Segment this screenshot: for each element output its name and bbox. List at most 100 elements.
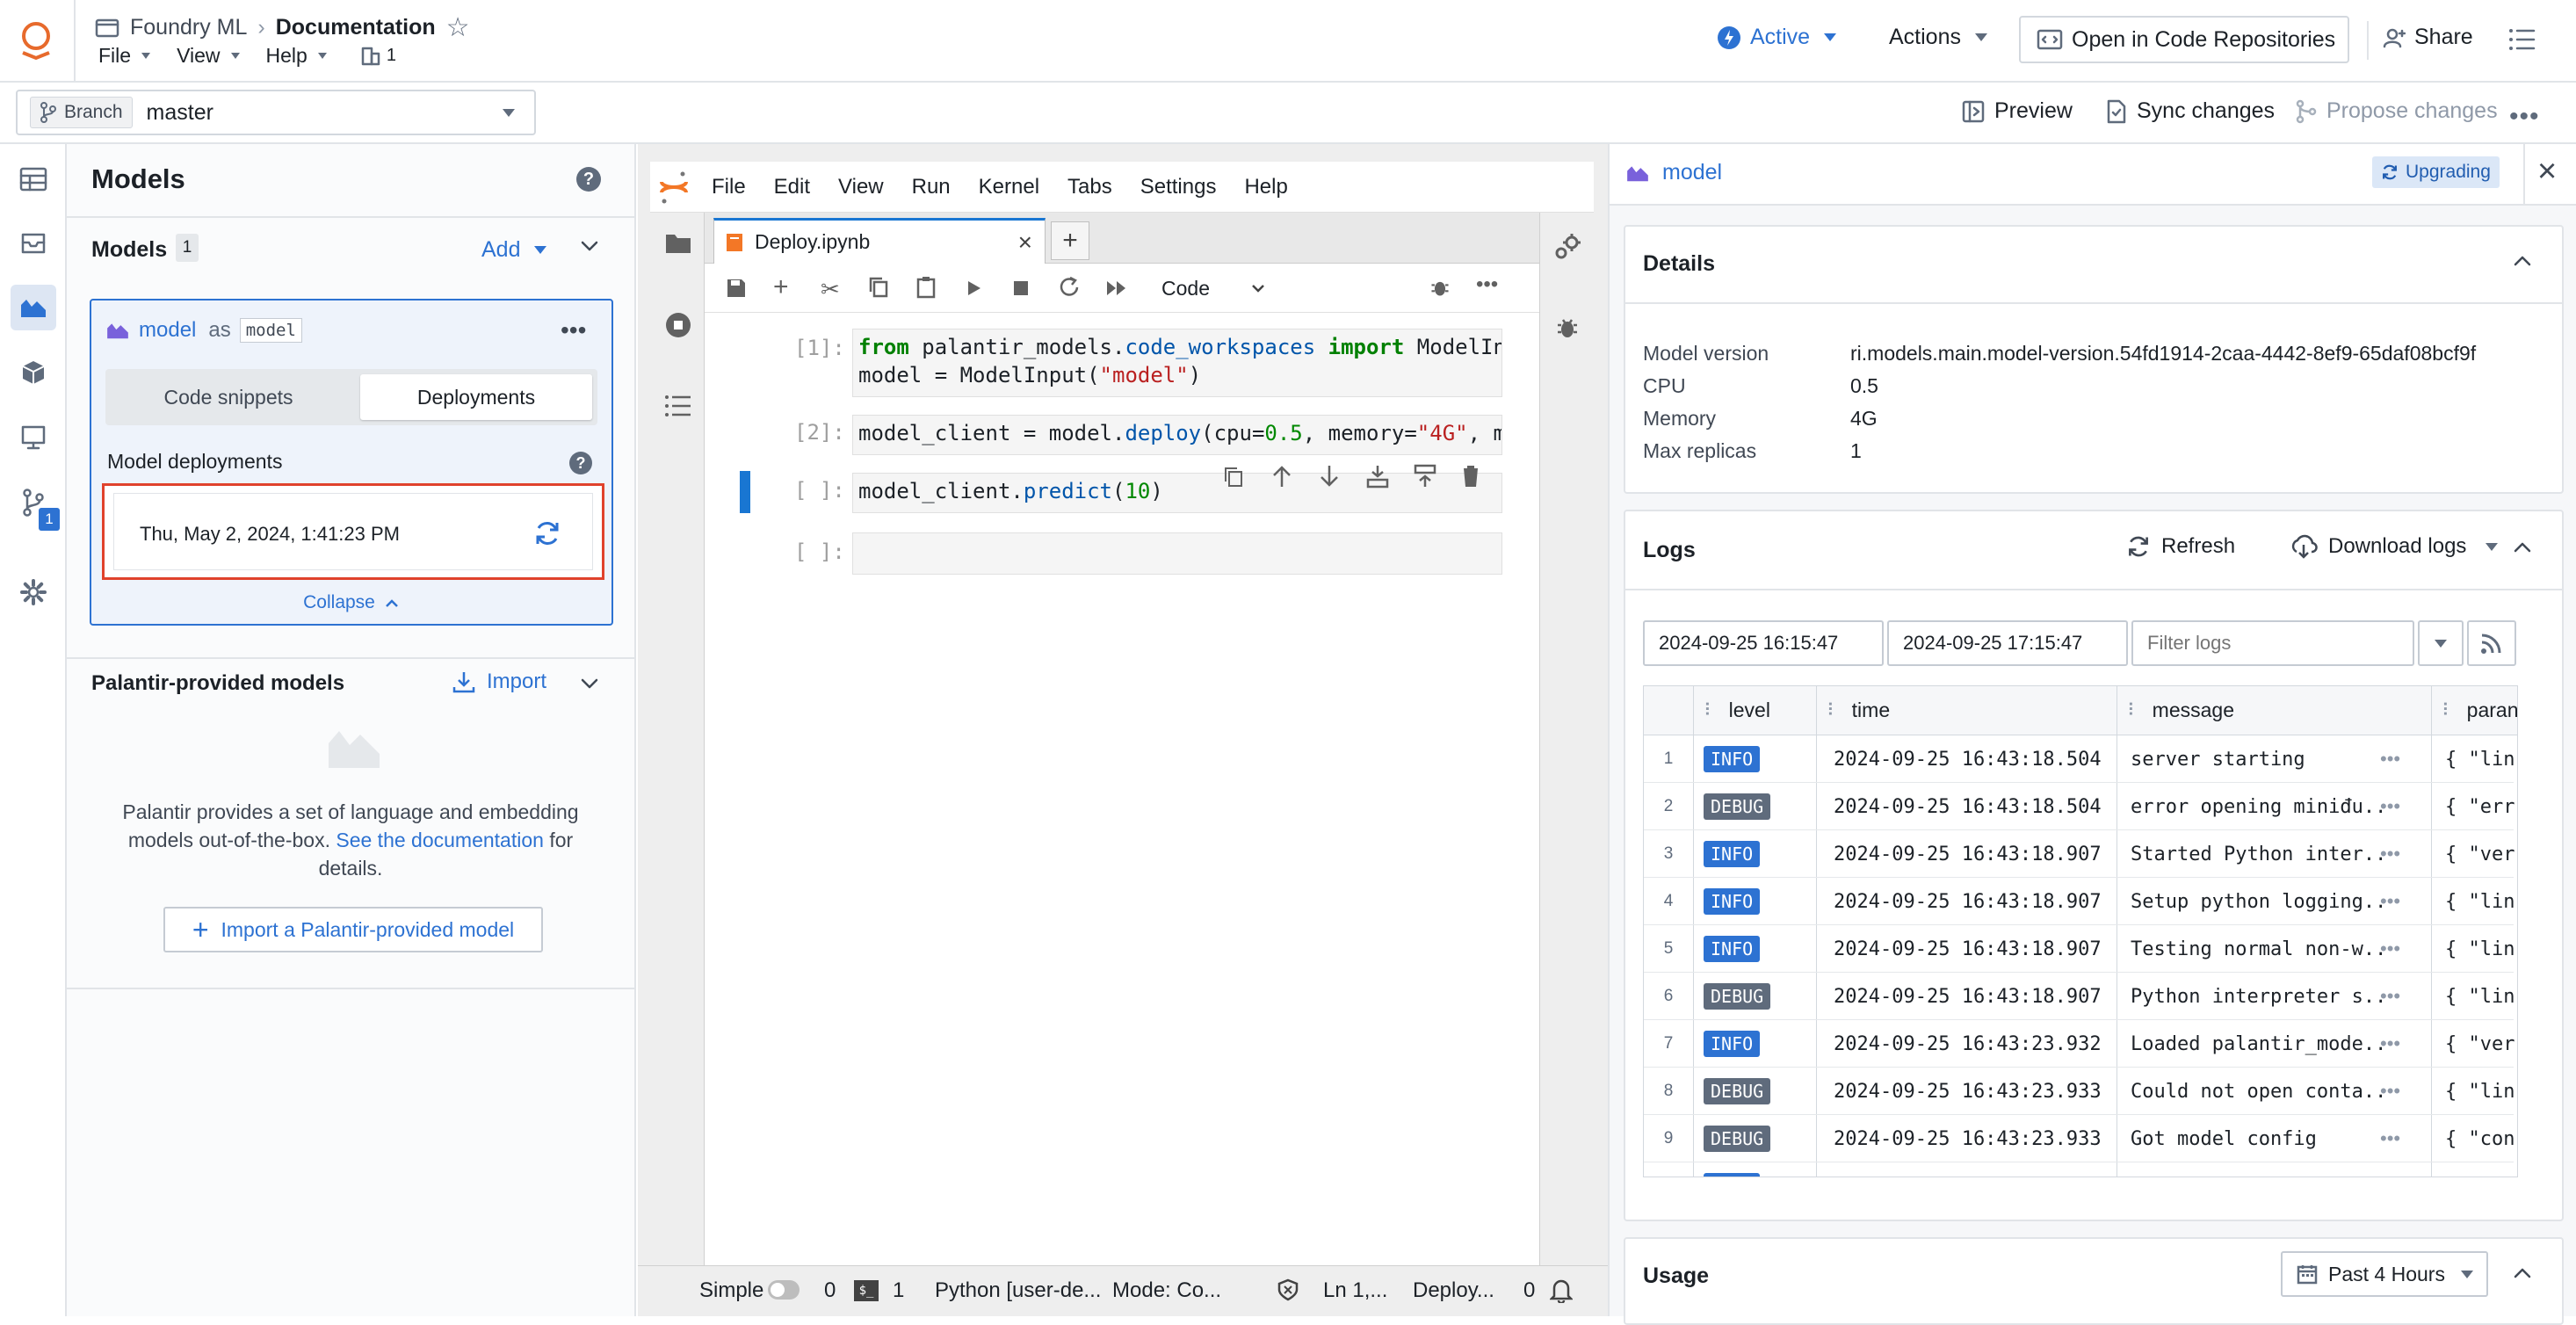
cut-icon[interactable]: ✂	[821, 276, 840, 303]
import-button[interactable]: Import	[452, 670, 546, 694]
chevron-down-icon[interactable]	[580, 677, 599, 695]
filter-logs-input[interactable]	[2131, 620, 2414, 666]
property-inspector-icon[interactable]	[1552, 232, 1582, 266]
table-row[interactable]: 1 INFO 2024-09-25 16:43:18.504 server start…	[1644, 735, 2514, 783]
debugger-icon[interactable]	[1554, 315, 1581, 345]
inbox-icon[interactable]	[16, 225, 51, 260]
drag-handle-icon[interactable]: ⠇	[1827, 699, 1840, 721]
kernel-name[interactable]: Python [user-de...	[935, 1278, 1101, 1303]
table-row[interactable]: 4 INFO 2024-09-25 16:43:18.907 Setup python…	[1644, 878, 2514, 925]
stop-circle-icon[interactable]	[664, 311, 692, 344]
drag-handle-icon[interactable]: ⠇	[2442, 699, 2455, 721]
paste-icon[interactable]	[915, 276, 937, 303]
menu-edit[interactable]: Edit	[774, 175, 810, 199]
fast-forward-icon[interactable]	[1105, 279, 1128, 301]
add-cell-icon[interactable]: +	[773, 272, 789, 302]
cell-type-select[interactable]: Code	[1161, 272, 1293, 304]
end-time-input[interactable]: 2024-09-25 17:15:47	[1887, 620, 2128, 666]
refresh-icon[interactable]	[533, 519, 561, 552]
more-options-icon[interactable]: •••	[2380, 1115, 2424, 1162]
notebook-tab[interactable]: Deploy.ipynb ×	[713, 218, 1046, 264]
model-title[interactable]: model	[1662, 160, 1722, 185]
chevron-up-icon[interactable]	[2513, 255, 2532, 272]
more-options-icon[interactable]: •••	[2380, 1162, 2424, 1177]
close-icon[interactable]: ×	[1018, 228, 1032, 257]
live-stream-button[interactable]	[2467, 620, 2516, 666]
more-options-icon[interactable]: •••	[2380, 973, 2424, 1020]
folder-icon[interactable]	[664, 232, 692, 259]
actions-dropdown[interactable]: Actions	[1889, 25, 1987, 50]
refresh-logs-button[interactable]: Refresh	[2126, 534, 2235, 559]
breadcrumb-parent[interactable]: Foundry ML	[130, 15, 247, 40]
table-row[interactable]: 8 DEBUG 2024-09-25 16:43:23.933 Could not o…	[1644, 1068, 2514, 1115]
cube-icon[interactable]	[16, 355, 51, 390]
share-button[interactable]: Share	[2383, 25, 2473, 50]
menu-settings[interactable]: Settings	[1140, 175, 1217, 199]
column-header-params[interactable]: ⠇ paran	[2431, 686, 2517, 734]
star-icon[interactable]: ☆	[446, 12, 470, 43]
table-row[interactable]: 2 DEBUG 2024-09-25 16:43:18.504 error openi…	[1644, 783, 2514, 830]
menu-run[interactable]: Run	[912, 175, 951, 199]
menu-view[interactable]: View	[838, 175, 884, 199]
simple-mode-toggle[interactable]	[768, 1280, 800, 1300]
branch-selector[interactable]: Branch master	[16, 90, 536, 135]
table-row[interactable]: 5 INFO 2024-09-25 16:43:18.907 Testing norm…	[1644, 925, 2514, 973]
tab-code-snippets[interactable]: Code snippets	[105, 369, 351, 425]
chevron-up-icon[interactable]	[2513, 1267, 2532, 1284]
workspace-indicator[interactable]: 1	[360, 46, 396, 67]
more-options-icon[interactable]: •••	[2380, 878, 2424, 925]
more-options-icon[interactable]: •••	[2380, 735, 2424, 783]
table-row[interactable]: 3 INFO 2024-09-25 16:43:18.907 Started Pyth…	[1644, 830, 2514, 878]
help-icon[interactable]: ?	[569, 452, 592, 474]
palantir-logo[interactable]	[16, 18, 56, 62]
insert-above-icon[interactable]	[1413, 464, 1437, 493]
duplicate-cell-icon[interactable]	[1223, 466, 1244, 493]
start-time-input[interactable]: 2024-09-25 16:15:47	[1643, 620, 1884, 666]
model-name-link[interactable]: model	[139, 318, 196, 343]
code-cell[interactable]	[852, 532, 1502, 575]
bug-icon[interactable]	[1429, 276, 1451, 303]
drag-handle-icon[interactable]: ⠇	[1704, 699, 1717, 721]
tab-deployments[interactable]: Deployments	[360, 374, 592, 420]
more-options-icon[interactable]: •••	[2380, 783, 2424, 830]
chevron-up-icon[interactable]	[2513, 541, 2532, 558]
move-up-icon[interactable]	[1270, 464, 1293, 493]
more-options-icon[interactable]: •••	[2380, 1068, 2424, 1115]
table-row[interactable]: 6 DEBUG 2024-09-25 16:43:18.907 Python inte…	[1644, 973, 2514, 1020]
delete-cell-icon[interactable]	[1460, 464, 1481, 493]
list-view-icon[interactable]	[2507, 26, 2536, 57]
usage-range-dropdown[interactable]: Past 4 Hours	[2281, 1251, 2488, 1297]
preview-button[interactable]: Preview	[1961, 98, 2073, 124]
more-options-icon[interactable]: •••	[2380, 1020, 2424, 1068]
filter-dropdown-button[interactable]	[2418, 620, 2464, 666]
collapse-button[interactable]: Collapse	[91, 592, 611, 613]
code-cell[interactable]: from palantir_models.code_workspaces imp…	[852, 329, 1502, 397]
menu-help[interactable]: Help	[1244, 175, 1287, 199]
close-icon[interactable]: ×	[2537, 153, 2557, 191]
open-in-code-repositories-button[interactable]: Open in Code Repositories	[2019, 16, 2349, 63]
table-row[interactable]: 7 INFO 2024-09-25 16:43:23.932 Loaded palan…	[1644, 1020, 2514, 1068]
presentation-icon[interactable]	[16, 420, 51, 455]
more-options-icon[interactable]: •••	[1476, 272, 1498, 297]
run-icon[interactable]	[966, 279, 982, 301]
new-tab-button[interactable]: +	[1051, 221, 1089, 260]
import-palantir-model-button[interactable]: + Import a Palantir-provided model	[163, 907, 543, 952]
chevron-down-icon[interactable]	[580, 239, 599, 257]
models-icon[interactable]	[11, 285, 56, 330]
drag-handle-icon[interactable]: ⠇	[2127, 699, 2140, 721]
download-logs-dropdown[interactable]: Download logs	[2290, 534, 2499, 559]
restart-icon[interactable]	[1058, 276, 1081, 303]
add-model-dropdown[interactable]: Add	[481, 237, 547, 263]
table-row[interactable]: 10 INFO 2024-09-25 16:43:23.933Found palan…	[1644, 1162, 2514, 1177]
column-header-level[interactable]: ⠇ level	[1693, 686, 1816, 734]
view-menu[interactable]: View	[177, 44, 240, 68]
move-down-icon[interactable]	[1318, 464, 1341, 493]
table-row[interactable]: 9 DEBUG 2024-09-25 16:43:23.933 Got model c…	[1644, 1115, 2514, 1162]
propose-changes-button[interactable]: Propose changes	[2295, 98, 2498, 124]
table-icon[interactable]	[16, 162, 51, 197]
stop-icon[interactable]	[1014, 281, 1028, 300]
code-cell[interactable]: model_client = model.deploy(cpu=0.5, mem…	[852, 415, 1502, 455]
save-icon[interactable]	[726, 278, 747, 303]
file-menu[interactable]: File	[98, 44, 151, 68]
more-options-icon[interactable]: •••	[561, 316, 586, 344]
